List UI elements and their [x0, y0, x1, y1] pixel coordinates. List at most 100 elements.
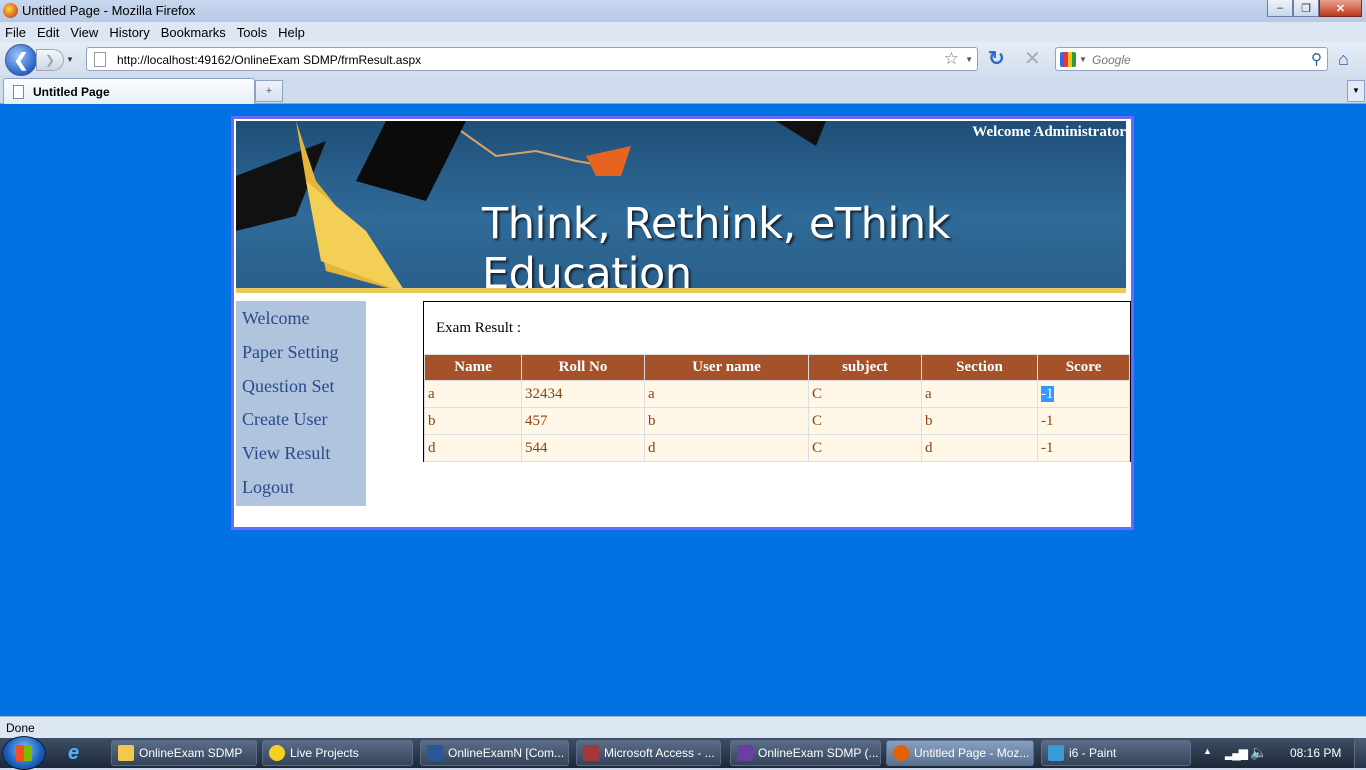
taskbar-item-firefox[interactable]: Untitled Page - Moz... [886, 740, 1034, 766]
forward-button[interactable]: ❯ [36, 49, 64, 71]
selected-score-text: -1 [1041, 385, 1054, 402]
taskbar-item-label: Untitled Page - Moz... [914, 746, 1030, 760]
access-icon [583, 745, 599, 761]
home-icon[interactable]: ⌂ [1338, 49, 1349, 70]
minimize-button[interactable]: – [1267, 0, 1293, 17]
start-button[interactable] [2, 736, 46, 770]
column-header-score: Score [1037, 354, 1130, 381]
tab-list-dropdown-icon[interactable]: ▼ [1347, 80, 1365, 102]
cell-roll-no: 457 [521, 407, 645, 435]
exam-result-caption: Exam Result : [436, 320, 521, 336]
tab-bar: Untitled Page + ▼ [0, 76, 1366, 104]
cell-user-name: a [644, 380, 809, 408]
status-bar: Done [0, 716, 1366, 738]
column-header-user-name: User name [644, 354, 809, 381]
exam-result-table: Name Roll No User name subject Section S… [424, 354, 1130, 462]
menu-view[interactable]: View [70, 25, 98, 40]
cell-roll-no: 544 [521, 434, 645, 462]
network-signal-icon[interactable]: ▂▄▆ [1225, 746, 1248, 760]
volume-icon[interactable]: 🔈 [1250, 744, 1267, 761]
url-text[interactable]: http://localhost:49162/OnlineExam SDMP/f… [117, 53, 421, 67]
table-row: b 457 b C b -1 [424, 407, 1130, 435]
site-slogan: Think, Rethink, eThink Education [482, 199, 950, 293]
search-box[interactable]: ▼ Google ⚲ [1055, 47, 1328, 71]
welcome-user-text: Welcome Administrator [972, 124, 1126, 140]
window-title: Untitled Page - Mozilla Firefox [22, 3, 196, 18]
table-row: d 544 d C d -1 [424, 434, 1130, 462]
taskbar-item-label: OnlineExam SDMP [139, 746, 243, 760]
taskbar-item-access[interactable]: Microsoft Access - ... [576, 740, 721, 766]
table-header-row: Name Roll No User name subject Section S… [424, 354, 1130, 381]
menu-history[interactable]: History [109, 25, 149, 40]
reload-icon[interactable]: ↻ [988, 49, 1005, 69]
menu-link-paper-setting[interactable]: Paper Setting [236, 339, 366, 373]
cell-score: -1 [1037, 380, 1130, 408]
cell-section: d [921, 434, 1038, 462]
star-icon [269, 745, 285, 761]
history-dropdown-icon[interactable]: ▼ [66, 55, 74, 64]
table-row: a 32434 a C a -1 [424, 380, 1130, 408]
search-input[interactable]: Google [1092, 53, 1131, 67]
bookmark-star-icon[interactable]: ☆ [944, 49, 959, 69]
menu-link-logout[interactable]: Logout [236, 474, 366, 508]
cell-subject: C [808, 434, 922, 462]
menu-help[interactable]: Help [278, 25, 305, 40]
menu-edit[interactable]: Edit [37, 25, 59, 40]
cell-roll-no: 32434 [521, 380, 645, 408]
menu-bookmarks[interactable]: Bookmarks [161, 25, 226, 40]
forward-arrow-icon: ❯ [44, 53, 56, 67]
word-icon [427, 745, 443, 761]
taskbar-item-label: Live Projects [290, 746, 359, 760]
internet-explorer-icon[interactable]: e [68, 742, 79, 765]
close-button[interactable]: ✕ [1319, 0, 1362, 17]
stop-icon[interactable]: ✕ [1024, 49, 1041, 69]
site-container: Welcome Administrator Think, Rethink, eT… [231, 116, 1134, 530]
column-header-roll-no: Roll No [521, 354, 645, 381]
menu-bar: File Edit View History Bookmarks Tools H… [0, 22, 1366, 42]
url-dropdown-icon[interactable]: ▼ [965, 55, 973, 64]
taskbar-item-onlineexam-sdmp-folder[interactable]: OnlineExam SDMP [111, 740, 257, 766]
back-button[interactable]: ❮ [5, 44, 37, 76]
clock[interactable]: 08:16 PM [1290, 746, 1341, 760]
menu-link-question-set[interactable]: Question Set [236, 373, 366, 407]
taskbar-item-label: Microsoft Access - ... [604, 746, 715, 760]
window-titlebar: Untitled Page - Mozilla Firefox – ❐ ✕ [0, 0, 1366, 22]
google-icon[interactable] [1060, 52, 1076, 67]
maximize-button[interactable]: ❐ [1293, 0, 1319, 17]
column-header-name: Name [424, 354, 522, 381]
visual-studio-icon [737, 745, 753, 761]
menu-file[interactable]: File [5, 25, 26, 40]
side-menu: Welcome Paper Setting Question Set Creat… [236, 301, 366, 506]
taskbar-item-word[interactable]: OnlineExamN [Com... [420, 740, 569, 766]
cell-subject: C [808, 407, 922, 435]
column-header-subject: subject [808, 354, 922, 381]
menu-link-welcome[interactable]: Welcome [236, 305, 366, 339]
cell-name: b [424, 407, 522, 435]
taskbar-item-live-projects[interactable]: Live Projects [262, 740, 413, 766]
taskbar-item-visual-studio[interactable]: OnlineExam SDMP (... [730, 740, 881, 766]
windows-logo-icon [16, 745, 32, 761]
show-hidden-icons-icon[interactable]: ▲ [1203, 746, 1212, 756]
menu-tools[interactable]: Tools [237, 25, 267, 40]
cell-score: -1 [1037, 434, 1130, 462]
menu-link-view-result[interactable]: View Result [236, 440, 366, 474]
exam-result-panel: Exam Result : Name Roll No User name sub… [423, 301, 1131, 462]
new-tab-button[interactable]: + [255, 80, 283, 102]
taskbar-item-paint[interactable]: i6 - Paint [1041, 740, 1191, 766]
system-tray: ▲ ▂▄▆ 🔈 08:16 PM [1200, 738, 1366, 768]
banner-divider [236, 288, 1126, 293]
cell-section: a [921, 380, 1038, 408]
cell-score: -1 [1037, 407, 1130, 435]
navigation-toolbar: ❮ ❯ ▼ http://localhost:49162/OnlineExam … [0, 42, 1366, 76]
cell-subject: C [808, 380, 922, 408]
menu-link-create-user[interactable]: Create User [236, 406, 366, 440]
show-desktop-button[interactable] [1354, 738, 1366, 768]
column-header-section: Section [921, 354, 1038, 381]
url-bar[interactable]: http://localhost:49162/OnlineExam SDMP/f… [86, 47, 978, 71]
taskbar-item-label: OnlineExam SDMP (... [758, 746, 879, 760]
search-icon[interactable]: ⚲ [1311, 50, 1322, 68]
search-engine-dropdown-icon[interactable]: ▼ [1079, 55, 1087, 64]
tab-untitled-page[interactable]: Untitled Page [3, 78, 255, 104]
cell-name: d [424, 434, 522, 462]
folder-icon [118, 745, 134, 761]
